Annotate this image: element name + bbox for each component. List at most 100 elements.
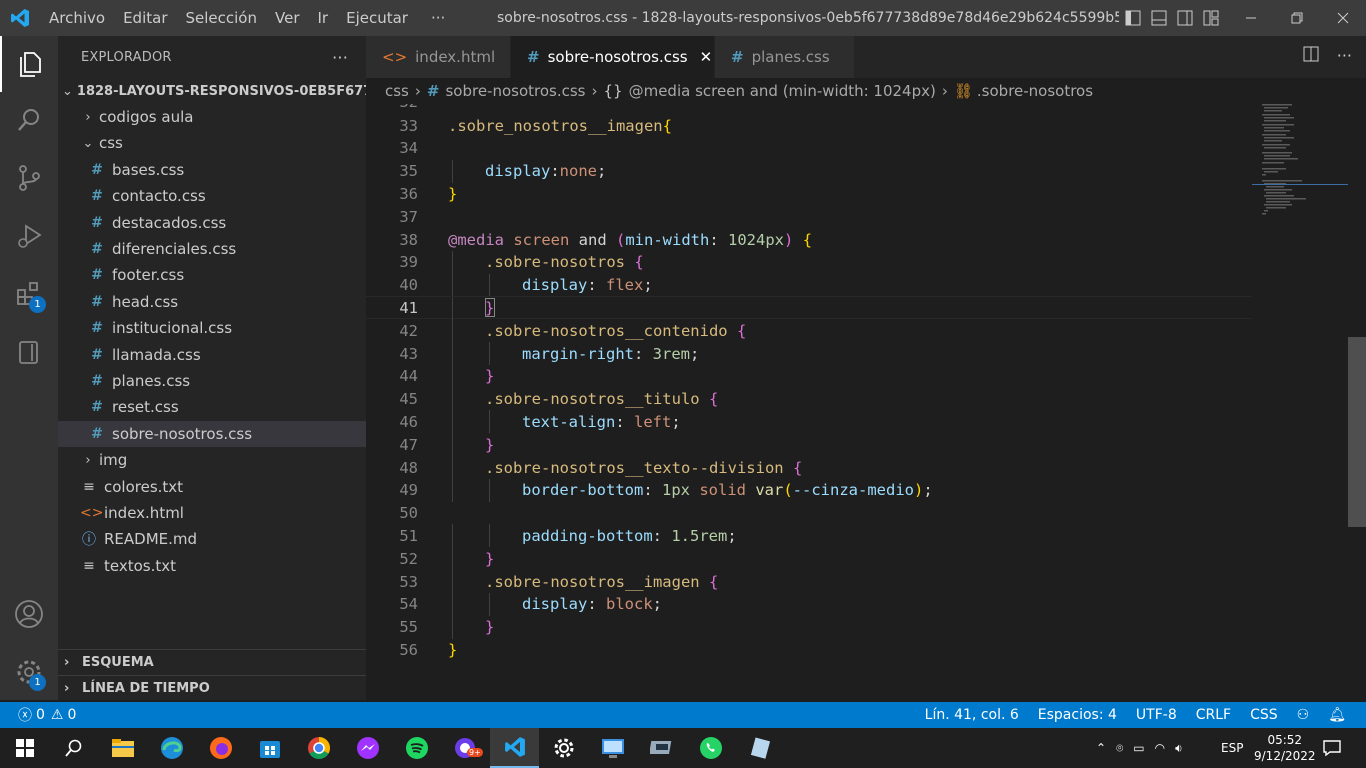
explorer-icon[interactable]: [0, 36, 58, 92]
cursor-position[interactable]: Lín. 41, col. 6: [925, 707, 1019, 723]
feedback-icon[interactable]: ⚇: [1297, 707, 1310, 723]
folder-item[interactable]: › img: [58, 447, 366, 473]
settings-gear-icon[interactable]: 1: [0, 644, 58, 700]
explorer-more-actions[interactable]: ···: [332, 48, 348, 67]
indent-guide: [452, 456, 453, 479]
run-debug-icon[interactable]: [0, 208, 58, 264]
outline-section[interactable]: › ESQUEMA: [58, 649, 366, 675]
code-token: (: [615, 230, 626, 249]
line-number: 37: [399, 207, 418, 226]
menu-more[interactable]: ···: [417, 9, 454, 27]
breadcrumb-media[interactable]: @media screen and (min-width: 1024px): [629, 82, 936, 100]
minimize-icon[interactable]: [1228, 0, 1274, 36]
store-icon[interactable]: [245, 728, 294, 768]
extensions-icon[interactable]: 1: [0, 266, 58, 322]
messenger-icon[interactable]: [343, 728, 392, 768]
file-item[interactable]: # diferenciales.css: [58, 236, 366, 262]
meet-now-icon[interactable]: ⌾: [1116, 741, 1123, 756]
file-item[interactable]: # destacados.css: [58, 210, 366, 236]
file-item[interactable]: # institucional.css: [58, 315, 366, 341]
tab-index-html[interactable]: <> index.html: [366, 36, 511, 78]
edge-browser-icon[interactable]: [147, 728, 196, 768]
tab-planes-css[interactable]: # planes.css: [715, 36, 855, 78]
control-panel-icon[interactable]: [588, 728, 637, 768]
restore-icon[interactable]: [1274, 0, 1320, 36]
file-item[interactable]: # planes.css: [58, 368, 366, 394]
indentation[interactable]: Espacios: 4: [1038, 707, 1117, 723]
accounts-icon[interactable]: [0, 586, 58, 642]
code-editor[interactable]: 32 33.sobre_nosotros__imagen{3435display…: [366, 104, 1366, 700]
encoding[interactable]: UTF-8: [1136, 707, 1177, 723]
css-file-icon: #: [91, 373, 103, 389]
notes-app-icon[interactable]: [735, 728, 784, 768]
taskbar-search-icon[interactable]: [49, 728, 98, 768]
menu-archivo[interactable]: Archivo: [40, 9, 114, 27]
timeline-section[interactable]: › LÍNEA DE TIEMPO: [58, 675, 366, 701]
file-explorer-icon[interactable]: [98, 728, 147, 768]
menu-editar[interactable]: Editar: [114, 9, 176, 27]
show-hidden-icons-chevron-icon[interactable]: ⌃: [1096, 741, 1106, 755]
input-language[interactable]: ESP: [1221, 728, 1243, 768]
file-item[interactable]: ⓘ README.md: [58, 526, 366, 552]
indent-guide: [452, 159, 453, 183]
notifications-bell-icon[interactable]: 🔔︎: [1328, 707, 1346, 723]
wifi-icon[interactable]: ◠: [1155, 741, 1165, 755]
network-app-icon[interactable]: [637, 728, 686, 768]
file-item[interactable]: <> index.html: [58, 500, 366, 526]
clock[interactable]: 05:52 9/12/2022: [1254, 728, 1316, 768]
scrollbar-thumb[interactable]: [1348, 337, 1366, 527]
toggle-sidebar-icon[interactable]: [1122, 7, 1144, 29]
firefox-icon[interactable]: [196, 728, 245, 768]
split-editor-icon[interactable]: [1303, 46, 1319, 66]
file-item[interactable]: # bases.css: [58, 157, 366, 183]
file-item[interactable]: # footer.css: [58, 262, 366, 288]
breadcrumb-file[interactable]: sobre-nosotros.css: [445, 82, 585, 100]
language-mode[interactable]: CSS: [1250, 707, 1278, 723]
end-of-line[interactable]: CRLF: [1196, 707, 1231, 723]
problems-status[interactable]: ⓧ 0 ⚠ 0: [18, 705, 76, 725]
breadcrumb-symbol[interactable]: .sobre-nosotros: [977, 82, 1093, 100]
settings-app-icon[interactable]: [539, 728, 588, 768]
close-window-icon[interactable]: [1320, 0, 1366, 36]
battery-icon[interactable]: ▭: [1133, 741, 1144, 755]
whatsapp-icon[interactable]: [686, 728, 735, 768]
file-item[interactable]: # contacto.css: [58, 183, 366, 209]
toggle-panel-icon[interactable]: [1148, 7, 1170, 29]
editor-more-actions-icon[interactable]: ···: [1337, 46, 1352, 66]
folder-item[interactable]: ⌄ css: [58, 130, 366, 156]
file-item[interactable]: # reset.css: [58, 394, 366, 420]
file-item[interactable]: # sobre-nosotros.css: [58, 420, 366, 447]
toggle-secondary-sidebar-icon[interactable]: [1174, 7, 1196, 29]
code-text: .sobre-nosotros__texto--division {: [485, 459, 802, 477]
menu-seleccion[interactable]: Selección: [177, 9, 267, 27]
code-token: left: [634, 412, 672, 431]
windows-start-icon[interactable]: [0, 728, 49, 768]
file-item[interactable]: ≡ textos.txt: [58, 553, 366, 579]
vscode-taskbar-icon[interactable]: [490, 728, 539, 768]
tree-item-label: textos.txt: [104, 556, 177, 575]
tab-sobre-nosotros-css[interactable]: # sobre-nosotros.css ✕: [511, 36, 715, 78]
spotify-icon[interactable]: [392, 728, 441, 768]
file-item[interactable]: # head.css: [58, 289, 366, 315]
code-token: {: [802, 230, 813, 249]
search-icon[interactable]: [0, 92, 58, 148]
tab-label: sobre-nosotros.css: [547, 48, 688, 66]
menu-ejecutar[interactable]: Ejecutar: [337, 9, 417, 27]
breadcrumb-folder[interactable]: css: [385, 82, 409, 100]
source-control-icon[interactable]: [0, 150, 58, 206]
menu-ir[interactable]: Ir: [309, 9, 338, 27]
chrome-icon[interactable]: [294, 728, 343, 768]
menu-ver[interactable]: Ver: [266, 9, 309, 27]
messenger-app-icon[interactable]: 9+: [441, 728, 490, 768]
remote-explorer-icon[interactable]: [0, 324, 58, 380]
file-item[interactable]: # llamada.css: [58, 342, 366, 368]
notification-center-icon[interactable]: [1322, 728, 1342, 768]
explorer-root-folder[interactable]: ⌄ 1828-LAYOUTS-RESPONSIVOS-0EB5F67773...: [58, 78, 405, 104]
folder-item[interactable]: › codigos aula: [58, 104, 366, 130]
file-item[interactable]: ≡ colores.txt: [58, 474, 366, 500]
indent-guide: [489, 478, 490, 502]
minimap[interactable]: [1252, 104, 1352, 224]
close-tab-icon[interactable]: ✕: [700, 48, 713, 66]
volume-icon[interactable]: 🔉︎: [1175, 741, 1183, 756]
customize-layout-icon[interactable]: [1200, 7, 1222, 29]
